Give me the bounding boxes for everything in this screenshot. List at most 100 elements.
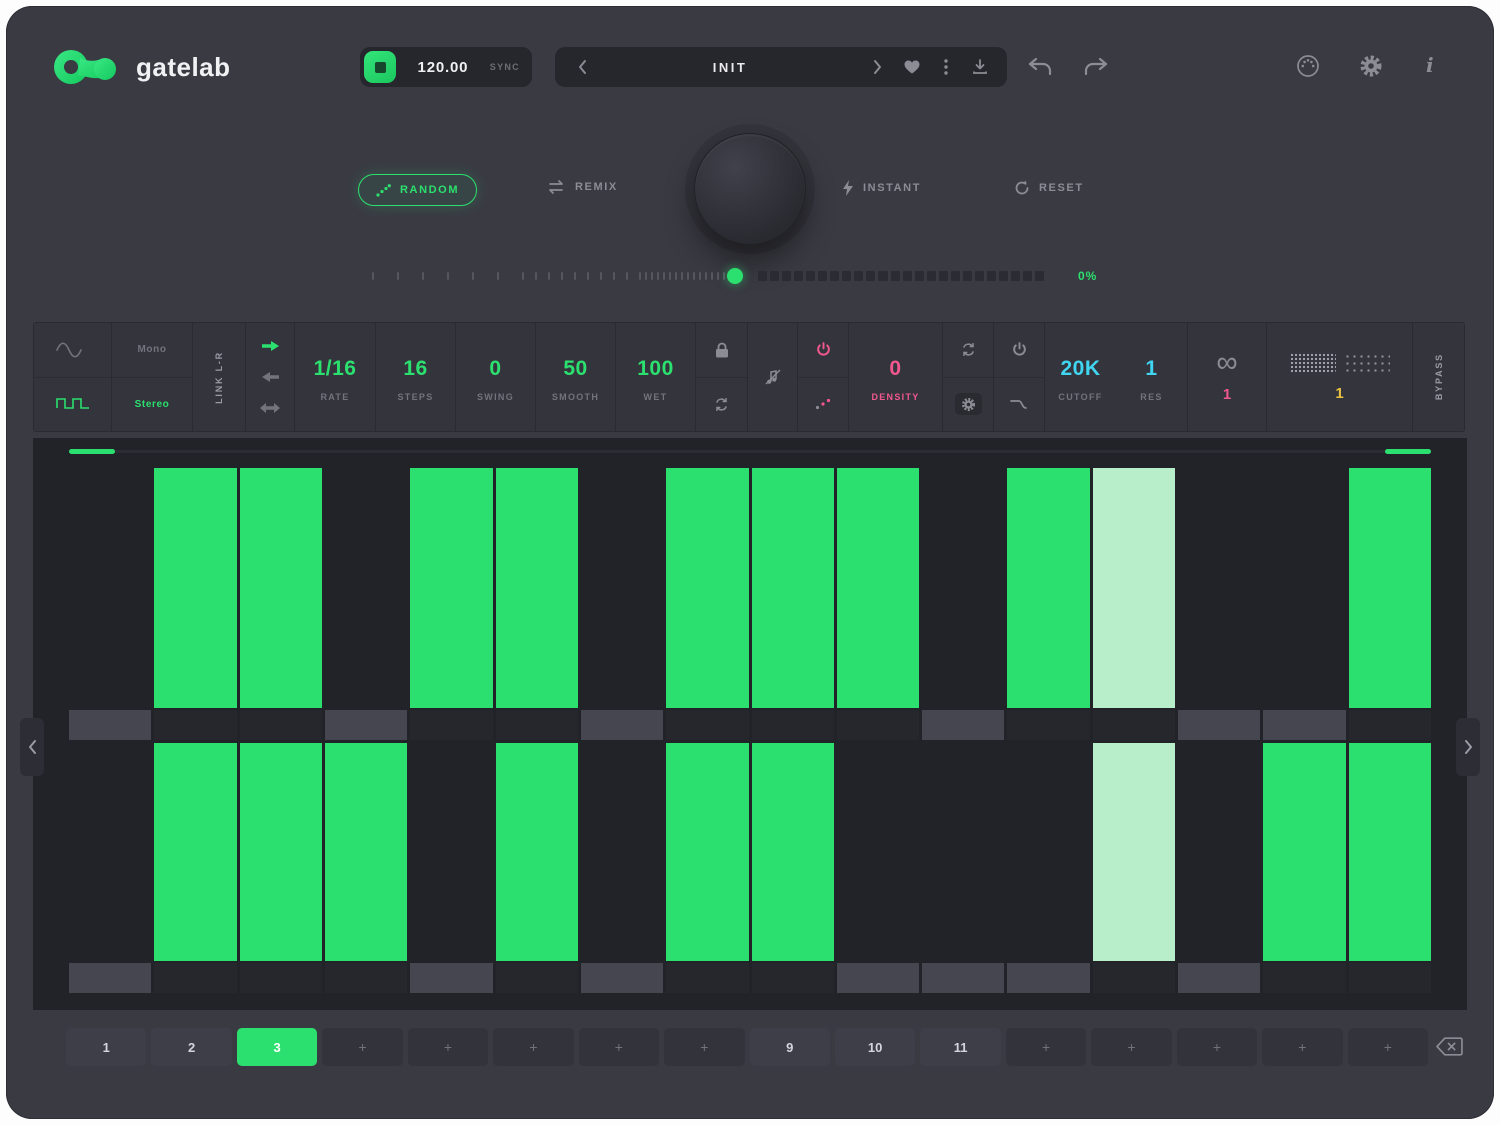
- preset-menu-button[interactable]: [929, 47, 963, 87]
- pattern-slot-empty-12[interactable]: +: [1006, 1028, 1086, 1066]
- redo-button[interactable]: [1084, 58, 1108, 75]
- step-left-13[interactable]: [1093, 468, 1175, 708]
- step-right-8[interactable]: [666, 743, 748, 961]
- pattern-slot-empty-5[interactable]: +: [408, 1028, 488, 1066]
- pattern-slot-9[interactable]: 9: [750, 1028, 830, 1066]
- step-left-12[interactable]: [1007, 468, 1089, 708]
- lock-button[interactable]: [696, 323, 747, 377]
- step-left-1[interactable]: [69, 468, 151, 708]
- res-control[interactable]: 1 RES: [1116, 323, 1187, 431]
- midi-settings-button[interactable]: [1296, 54, 1320, 78]
- step-right-14[interactable]: [1178, 743, 1260, 961]
- midi-mute-cell[interactable]: [748, 323, 797, 431]
- step-right-12[interactable]: [1007, 743, 1089, 961]
- filter-type-button[interactable]: [994, 377, 1044, 432]
- range-end-handle[interactable]: [1385, 449, 1431, 454]
- pattern-slot-empty-15[interactable]: +: [1262, 1028, 1342, 1066]
- step-right-16[interactable]: [1349, 743, 1431, 961]
- step-left-4[interactable]: [325, 468, 407, 708]
- step-left-14[interactable]: [1178, 468, 1260, 708]
- step-left-3[interactable]: [240, 468, 322, 708]
- step-right-11[interactable]: [922, 743, 1004, 961]
- step-right-13[interactable]: [1093, 743, 1175, 961]
- smooth-control[interactable]: 50 SMOOTH: [536, 323, 615, 431]
- delete-pattern-button[interactable]: [1436, 1037, 1463, 1056]
- step-right-3[interactable]: [240, 743, 322, 961]
- step-left-6[interactable]: [496, 468, 578, 708]
- density-power-button[interactable]: [798, 323, 848, 377]
- pattern-range-track[interactable]: [69, 450, 1431, 453]
- pattern-slot-11[interactable]: 11: [920, 1028, 1000, 1066]
- step-right-15[interactable]: [1263, 743, 1345, 961]
- cutoff-control[interactable]: 20K CUTOFF: [1045, 323, 1116, 431]
- favorite-button[interactable]: [895, 47, 929, 87]
- pattern-slot-3[interactable]: 3: [237, 1028, 317, 1066]
- rate-control[interactable]: 1/16 RATE: [295, 323, 375, 431]
- step-left-5[interactable]: [410, 468, 492, 708]
- bypass-toggle[interactable]: BYPASS: [1413, 323, 1464, 431]
- sine-shape-button[interactable]: [34, 323, 111, 377]
- macro-slider[interactable]: [370, 262, 1046, 290]
- bpm-display[interactable]: 120.00: [404, 59, 482, 76]
- noise-dense-swatch[interactable]: [1290, 353, 1336, 373]
- shift-left-button[interactable]: [246, 361, 294, 392]
- step-left-8[interactable]: [666, 468, 748, 708]
- pattern-slot-empty-16[interactable]: +: [1348, 1028, 1428, 1066]
- step-left-7[interactable]: [581, 468, 663, 708]
- density-random-button[interactable]: [798, 377, 848, 432]
- step-left-15[interactable]: [1263, 468, 1345, 708]
- expand-both-button[interactable]: [246, 393, 294, 424]
- save-preset-button[interactable]: [963, 47, 997, 87]
- reset-button[interactable]: RESET: [1014, 180, 1084, 196]
- step-right-2[interactable]: [154, 743, 236, 961]
- pattern-slot-10[interactable]: 10: [835, 1028, 915, 1066]
- play-stop-button[interactable]: [364, 51, 396, 83]
- pattern-slot-empty-6[interactable]: +: [493, 1028, 573, 1066]
- page-right-button[interactable]: [1456, 718, 1480, 776]
- page-left-button[interactable]: [20, 718, 44, 776]
- pattern-slot-empty-14[interactable]: +: [1177, 1028, 1257, 1066]
- macro-knob[interactable]: [694, 133, 806, 245]
- remix-button[interactable]: REMIX: [546, 180, 618, 194]
- mono-button[interactable]: Mono: [112, 323, 192, 377]
- instant-button[interactable]: INSTANT: [842, 180, 921, 196]
- sync-toggle[interactable]: SYNC: [490, 62, 520, 72]
- preset-prev-button[interactable]: [565, 47, 599, 87]
- pattern-slot-empty-4[interactable]: +: [322, 1028, 402, 1066]
- step-right-4[interactable]: [325, 743, 407, 961]
- shift-right-button[interactable]: [246, 330, 294, 361]
- wet-control[interactable]: 100 WET: [616, 323, 695, 431]
- step-right-9[interactable]: [752, 743, 834, 961]
- step-right-7[interactable]: [581, 743, 663, 961]
- steps-control[interactable]: 16 STEPS: [376, 323, 455, 431]
- density-control[interactable]: 0 DENSITY: [849, 323, 942, 431]
- filter-power-button[interactable]: [994, 323, 1044, 377]
- info-button[interactable]: i: [1426, 53, 1434, 77]
- undo-button[interactable]: [1028, 58, 1052, 75]
- pattern-slot-empty-7[interactable]: +: [579, 1028, 659, 1066]
- step-left-11[interactable]: [922, 468, 1004, 708]
- step-left-10[interactable]: [837, 468, 919, 708]
- settings-button[interactable]: [1359, 54, 1383, 78]
- step-left-2[interactable]: [154, 468, 236, 708]
- pattern-slot-1[interactable]: 1: [66, 1028, 146, 1066]
- link-lr-toggle[interactable]: LINK L-R: [193, 323, 245, 431]
- preset-next-button[interactable]: [861, 47, 895, 87]
- step-right-6[interactable]: [496, 743, 578, 961]
- pattern-slot-empty-8[interactable]: +: [664, 1028, 744, 1066]
- step-right-10[interactable]: [837, 743, 919, 961]
- range-start-handle[interactable]: [69, 449, 115, 454]
- step-right-5[interactable]: [410, 743, 492, 961]
- step-right-1[interactable]: [69, 743, 151, 961]
- density-settings-button[interactable]: [943, 377, 993, 432]
- loop-cell[interactable]: ∞ 1: [1188, 323, 1266, 431]
- step-left-9[interactable]: [752, 468, 834, 708]
- pattern-slot-empty-13[interactable]: +: [1091, 1028, 1171, 1066]
- noise-sparse-swatch[interactable]: [1344, 353, 1390, 373]
- density-refresh-button[interactable]: [943, 323, 993, 377]
- random-button[interactable]: RANDOM: [358, 174, 477, 206]
- pattern-slot-2[interactable]: 2: [151, 1028, 231, 1066]
- cycle-button[interactable]: [696, 377, 747, 432]
- square-shape-button[interactable]: [34, 377, 111, 432]
- macro-slider-thumb[interactable]: [727, 268, 743, 284]
